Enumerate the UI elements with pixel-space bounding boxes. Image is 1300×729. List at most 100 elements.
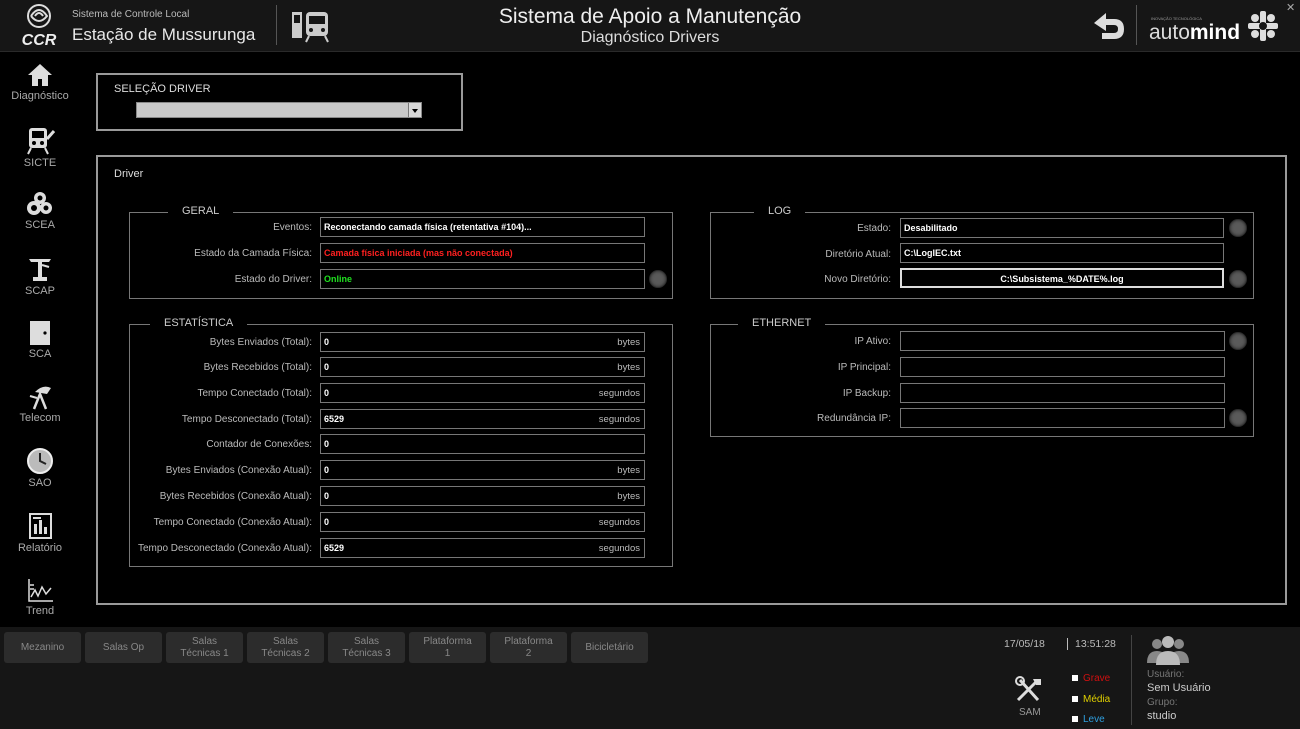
nav-button-label-2: 1: [444, 647, 451, 659]
stat-value: 0: [324, 439, 330, 449]
brand-suffix: mind: [1189, 21, 1241, 44]
nav-button-label: Salas: [272, 635, 298, 647]
status-time: 13:51:28: [1075, 638, 1116, 650]
stat-value: 0: [324, 465, 330, 475]
severity-square: [1072, 696, 1078, 702]
user-value: Sem Usuário: [1147, 682, 1211, 694]
severity-media[interactable]: Média: [1072, 694, 1110, 705]
driver-select-value: [137, 108, 140, 119]
nav-button-label: Plataforma: [504, 635, 553, 647]
status-date: 17/05/18: [1004, 638, 1045, 650]
window-close-button[interactable]: ✕: [1286, 1, 1295, 14]
sidebar-item-telecom[interactable]: Telecom: [0, 384, 80, 424]
severity-grave[interactable]: Grave: [1072, 673, 1110, 684]
stat-value-field: 0 bytes: [320, 460, 645, 480]
log-status-led: [1229, 219, 1247, 237]
stat-unit: bytes: [617, 337, 640, 348]
nav-button-mezanino[interactable]: Mezanino: [4, 632, 81, 663]
severity-square: [1072, 716, 1078, 722]
ip-backup-field: [900, 383, 1225, 403]
stat-label: Tempo Desconectado (Conexão Atual):: [138, 543, 312, 554]
users-icon[interactable]: [1145, 633, 1191, 672]
sidebar-item-diagnostico[interactable]: Diagnóstico: [0, 62, 80, 102]
driver-selection-label: SELEÇÃO DRIVER: [114, 83, 211, 95]
stat-value-field: 0 bytes: [320, 357, 645, 377]
stat-value: 6529: [324, 543, 345, 553]
dropdown-arrow-icon[interactable]: [408, 103, 421, 117]
gears-icon: [27, 192, 52, 215]
stat-unit: segundos: [598, 414, 640, 425]
novo-diretorio-label: Novo Diretório:: [824, 274, 891, 285]
trend-icon: [28, 579, 53, 602]
redundancia-ip-label: Redundância IP:: [817, 413, 891, 424]
header-divider: [276, 5, 277, 45]
nav-button-salas-tecnicas-3[interactable]: Salas Técnicas 3: [328, 632, 405, 663]
diretorio-atual-field: C:\LogIEC.txt: [900, 243, 1224, 263]
sidebar-item-scea[interactable]: SCEA: [0, 191, 80, 231]
station-train-icon[interactable]: [290, 9, 330, 48]
nav-button-label: Plataforma: [423, 635, 472, 647]
stat-unit: bytes: [617, 491, 640, 502]
severity-leve[interactable]: Leve: [1072, 714, 1105, 725]
nav-button-label-2: Técnicas 3: [342, 647, 391, 659]
novo-diretorio-input[interactable]: C:\Subsistema_%DATE%.log: [900, 268, 1224, 288]
camada-fisica-label: Estado da Camada Física:: [194, 248, 312, 259]
nav-button-salas-tecnicas-1[interactable]: Salas Técnicas 1: [166, 632, 243, 663]
novo-diretorio-button[interactable]: [1229, 270, 1247, 288]
nav-button-label-2: Técnicas 1: [180, 647, 229, 659]
eventos-field: Reconectando camada física (retentativa …: [320, 217, 645, 237]
sidebar-item-sao[interactable]: SAO: [0, 447, 80, 489]
estado-driver-field: Online: [320, 269, 645, 289]
sidebar-item-relatorio[interactable]: Relatório: [0, 512, 80, 554]
report-icon: [29, 513, 52, 539]
stat-value-field: 0: [320, 434, 645, 454]
user-label: Usuário:: [1147, 669, 1185, 680]
stat-label: Bytes Recebidos (Total):: [203, 362, 312, 373]
brand-prefix: auto: [1149, 21, 1190, 44]
sidebar-item-trend[interactable]: Trend: [0, 577, 80, 617]
train-icon: [27, 128, 55, 155]
user-divider: [1131, 635, 1132, 725]
nav-button-label: Salas: [353, 635, 379, 647]
ip-backup-label: IP Backup:: [842, 388, 891, 399]
driver-panel-title: Driver: [114, 168, 144, 180]
nav-button-plataforma-2[interactable]: Plataforma 2: [490, 632, 567, 663]
nav-button-bicicletario[interactable]: Bicicletário: [571, 632, 648, 663]
stat-value: 0: [324, 491, 330, 501]
sidebar-item-label: SCA: [28, 348, 52, 360]
sam-tools-icon[interactable]: [1014, 676, 1044, 709]
geral-group-title: GERAL: [168, 205, 234, 217]
driver-status-led: [649, 270, 667, 288]
severity-label: Média: [1083, 694, 1111, 705]
brand-divider: [1136, 5, 1137, 45]
estado-driver-label: Estado do Driver:: [234, 274, 312, 285]
page-subtitle: Diagnóstico Drivers: [580, 29, 720, 46]
eventos-label: Eventos:: [273, 222, 312, 233]
driver-select-dropdown[interactable]: [136, 102, 422, 118]
stat-label: Tempo Desconectado (Total):: [181, 414, 312, 425]
sidebar-item-label: Relatório: [17, 542, 63, 554]
nav-button-salas-tecnicas-2[interactable]: Salas Técnicas 2: [247, 632, 324, 663]
stat-label: Tempo Conectado (Conexão Atual):: [153, 517, 312, 528]
nav-button-label: Mezanino: [20, 641, 65, 653]
ccr-logo: CCR: [18, 4, 60, 49]
log-group-title: LOG: [754, 205, 806, 217]
nav-button-plataforma-1[interactable]: Plataforma 1: [409, 632, 486, 663]
nav-button-label-2: 2: [525, 647, 532, 659]
nav-button-label: Bicicletário: [585, 641, 634, 653]
stat-label: Contador de Conexões:: [206, 439, 312, 450]
antenna-icon: [29, 386, 51, 410]
nav-button-salas-op[interactable]: Salas Op: [85, 632, 162, 663]
sidebar-item-label: SAO: [28, 477, 52, 489]
nav-button-label: Salas Op: [102, 641, 145, 653]
sidebar-item-scap[interactable]: SCAP: [0, 253, 80, 297]
sidebar-item-sca[interactable]: SCA: [0, 320, 80, 360]
nav-button-label-2: Técnicas 2: [261, 647, 310, 659]
sidebar-item-label: SICTE: [23, 157, 57, 169]
sidebar-item-sicte[interactable]: SICTE: [0, 125, 80, 169]
automind-logo: automind: [1149, 21, 1240, 45]
ip-ativo-led: [1229, 332, 1247, 350]
stat-value: 0: [324, 517, 330, 527]
back-arrow-icon[interactable]: [1090, 9, 1126, 48]
group-value: studio: [1147, 710, 1177, 722]
